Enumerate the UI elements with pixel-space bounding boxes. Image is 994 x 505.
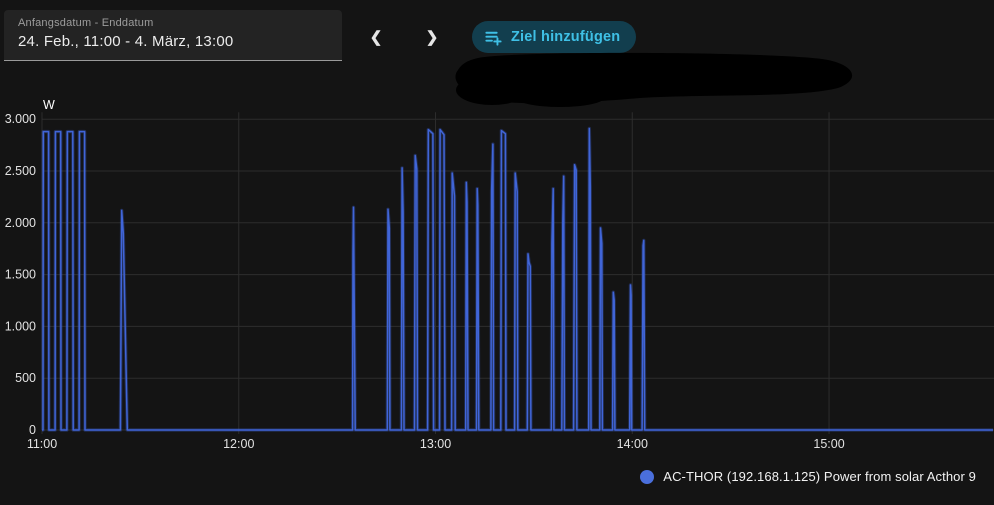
y-axis-tick-label: 500: [15, 371, 36, 385]
series-line: [42, 127, 993, 431]
y-axis-tick-label: 2.500: [5, 164, 36, 178]
y-axis-tick-label: 2.000: [5, 216, 36, 230]
legend-series-dot: [640, 469, 655, 484]
y-axis-tick-label: 1.500: [5, 268, 36, 282]
x-axis-tick-label: 11:00: [27, 437, 57, 451]
legend-series-label: AC-THOR (192.168.1.125) Power from solar…: [663, 469, 976, 484]
x-axis-tick-label: 12:00: [223, 437, 254, 451]
power-line-chart[interactable]: 0 500 1.000 1.500 2.000 2.500 3.000 11:00 12:00 1…: [0, 0, 994, 505]
y-axis-tick-label: 0: [29, 423, 36, 437]
x-axis-tick-label: 13:00: [420, 437, 451, 451]
x-axis-tick-label: 14:00: [617, 437, 648, 451]
y-axis-tick-label: 3.000: [5, 112, 36, 126]
y-axis-unit-label: W: [43, 98, 55, 112]
chart-legend[interactable]: AC-THOR (192.168.1.125) Power from solar…: [640, 469, 976, 484]
y-axis-tick-label: 1.000: [5, 319, 36, 333]
x-axis-tick-label: 15:00: [813, 437, 844, 451]
